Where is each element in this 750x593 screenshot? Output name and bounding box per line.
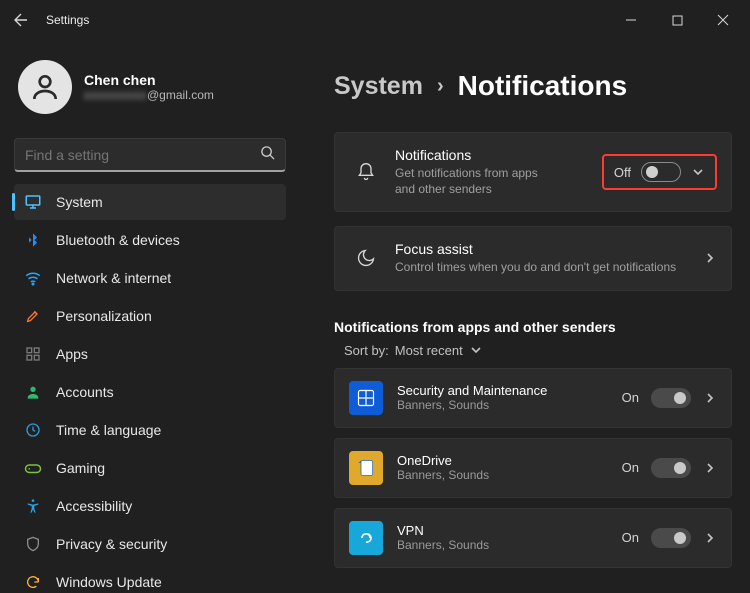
toggle-state-label: On [622, 530, 639, 545]
app-toggle[interactable] [651, 458, 691, 478]
app-icon [349, 521, 383, 555]
highlight-box: Off [602, 154, 717, 190]
app-toggle[interactable] [651, 388, 691, 408]
page-title: Notifications [458, 70, 628, 102]
minimize-button[interactable] [608, 3, 654, 37]
sidebar-item-privacy[interactable]: Privacy & security [14, 526, 286, 562]
maximize-button[interactable] [654, 3, 700, 37]
gaming-icon [24, 459, 42, 477]
sidebar-item-label: Network & internet [56, 270, 171, 286]
sidebar-item-label: Gaming [56, 460, 105, 476]
sidebar-item-label: Accessibility [56, 498, 132, 514]
nav-list: System Bluetooth & devices Network & inter… [14, 184, 286, 593]
sidebar-item-label: Personalization [56, 308, 152, 324]
card-subtitle: Control times when you do and don't get … [395, 259, 703, 275]
card-title: Focus assist [395, 241, 703, 257]
toggle-state-label: Off [614, 165, 631, 180]
search-box[interactable] [14, 138, 286, 172]
back-button[interactable] [4, 3, 38, 37]
notifications-toggle[interactable] [641, 162, 681, 182]
sidebar-item-bluetooth[interactable]: Bluetooth & devices [14, 222, 286, 258]
window-controls [608, 3, 746, 37]
network-icon [24, 269, 42, 287]
card-subtitle: Get notifications from apps and other se… [395, 165, 545, 197]
app-subtitle: Banners, Sounds [397, 468, 622, 482]
time-icon [24, 421, 42, 439]
apps-icon [24, 345, 42, 363]
apps-list: Security and Maintenance Banners, Sounds… [334, 368, 732, 568]
breadcrumb-separator: › [437, 75, 444, 98]
sort-value: Most recent [395, 343, 463, 358]
chevron-right-icon [703, 251, 717, 265]
app-subtitle: Banners, Sounds [397, 538, 622, 552]
sidebar-item-personalization[interactable]: Personalization [14, 298, 286, 334]
sidebar-item-label: Bluetooth & devices [56, 232, 180, 248]
sidebar-item-apps[interactable]: Apps [14, 336, 286, 372]
breadcrumb: System › Notifications [334, 70, 732, 102]
chevron-right-icon [703, 531, 717, 545]
app-title: OneDrive [397, 453, 622, 468]
sidebar-item-accounts[interactable]: Accounts [14, 374, 286, 410]
sidebar-item-label: Apps [56, 346, 88, 362]
app-notification-row[interactable]: OneDrive Banners, Sounds On [334, 438, 732, 498]
app-toggle[interactable] [651, 528, 691, 548]
titlebar: Settings [0, 0, 750, 40]
app-icon [349, 381, 383, 415]
update-icon [24, 573, 42, 591]
sidebar-item-label: Privacy & security [56, 536, 167, 552]
sidebar-item-label: Time & language [56, 422, 161, 438]
chevron-down-icon [469, 343, 483, 357]
sidebar-item-time[interactable]: Time & language [14, 412, 286, 448]
sidebar-item-system[interactable]: System [14, 184, 286, 220]
bluetooth-icon [24, 231, 42, 249]
search-input[interactable] [25, 147, 260, 163]
sidebar-item-label: Windows Update [56, 574, 162, 590]
sort-label: Sort by: [344, 343, 389, 358]
app-title: Security and Maintenance [397, 383, 622, 398]
sort-dropdown[interactable]: Sort by: Most recent [334, 343, 732, 358]
app-subtitle: Banners, Sounds [397, 398, 622, 412]
app-icon [349, 451, 383, 485]
focus-assist-card[interactable]: Focus assist Control times when you do a… [334, 226, 732, 290]
card-title: Notifications [395, 147, 602, 163]
accessibility-icon [24, 497, 42, 515]
section-heading: Notifications from apps and other sender… [334, 319, 732, 335]
accounts-icon [24, 383, 42, 401]
sidebar-item-gaming[interactable]: Gaming [14, 450, 286, 486]
breadcrumb-parent[interactable]: System [334, 72, 423, 101]
toggle-state-label: On [622, 460, 639, 475]
sidebar-item-update[interactable]: Windows Update [14, 564, 286, 593]
moon-icon [349, 248, 383, 268]
app-title: VPN [397, 523, 622, 538]
search-icon [260, 145, 275, 165]
chevron-down-icon[interactable] [691, 165, 705, 179]
chevron-right-icon [703, 391, 717, 405]
toggle-state-label: On [622, 390, 639, 405]
notifications-setting-card[interactable]: Notifications Get notifications from app… [334, 132, 732, 212]
profile-name: Chen chen [84, 72, 214, 88]
close-button[interactable] [700, 3, 746, 37]
window-title: Settings [46, 13, 89, 27]
sidebar-item-label: Accounts [56, 384, 114, 400]
profile-email: xxxxxxxxx@gmail.com [84, 88, 214, 102]
app-notification-row[interactable]: VPN Banners, Sounds On [334, 508, 732, 568]
avatar [18, 60, 72, 114]
bell-icon [349, 162, 383, 182]
personalization-icon [24, 307, 42, 325]
sidebar-item-network[interactable]: Network & internet [14, 260, 286, 296]
profile[interactable]: Chen chen xxxxxxxxx@gmail.com [14, 44, 286, 120]
sidebar-item-accessibility[interactable]: Accessibility [14, 488, 286, 524]
app-notification-row[interactable]: Security and Maintenance Banners, Sounds… [334, 368, 732, 428]
system-icon [24, 193, 42, 211]
privacy-icon [24, 535, 42, 553]
sidebar: Chen chen xxxxxxxxx@gmail.com System Blue… [0, 40, 300, 593]
chevron-right-icon [703, 461, 717, 475]
sidebar-item-label: System [56, 194, 103, 210]
main-content: System › Notifications Notifications Get… [300, 40, 750, 593]
